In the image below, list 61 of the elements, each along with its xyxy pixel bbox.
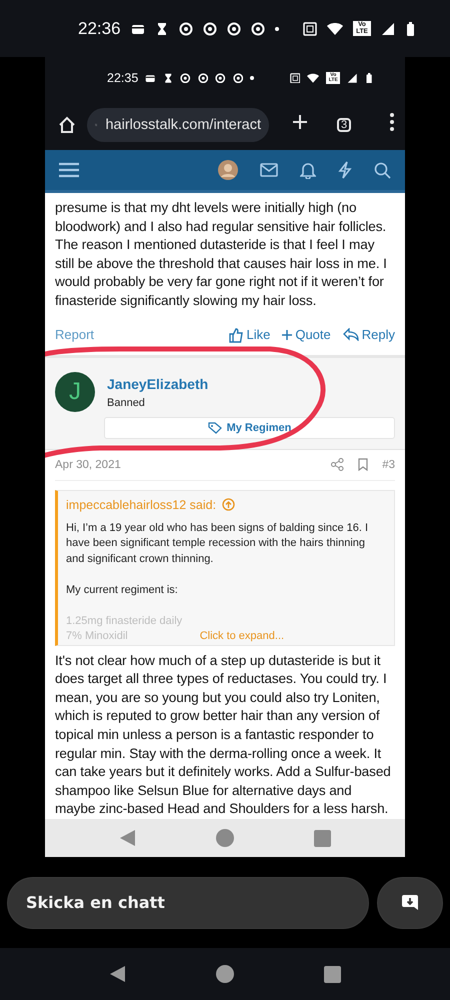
post-number[interactable]: #3: [382, 458, 395, 471]
report-link[interactable]: Report: [55, 327, 94, 342]
ring-icon: [215, 72, 226, 84]
avatar-icon[interactable]: [218, 160, 238, 180]
reply-text: It's not clear how much of a step up dutasteride is but it does target all three types of reductases. You could try. I mean, you are so young but you could also try Loniten, which is reputed to grow better hair than any version of topical min unless a person is a fantastic responder to regular min. Stay with the derma-rolling once a week. It can take years but it definitely works. Add a Sulfur-based shampoo like Selsun Blue for alternative days and maybe zinc-based Head and Shoulders for a less harsh.: [55, 652, 392, 818]
battery-icon: [405, 22, 416, 36]
more-icon[interactable]: [389, 112, 395, 132]
quote-text: My current regiment is:: [66, 582, 179, 598]
bookmark-icon[interactable]: [358, 458, 368, 472]
dot-icon: [274, 26, 279, 30]
ring-icon: [250, 22, 265, 36]
quote-text: Hi, I’m a 19 year old who has been signs of balding since 16. I have been significant temple recession with the hairs thinning and significant crown thinning.: [66, 520, 370, 567]
clock-time: 22:35: [107, 71, 138, 86]
post-date[interactable]: Apr 30, 2021: [55, 458, 121, 471]
menu-icon[interactable]: [59, 162, 79, 178]
mail-icon[interactable]: [260, 163, 278, 178]
regimen-button[interactable]: My Regimen: [104, 416, 395, 439]
signal-icon: [381, 22, 395, 36]
hourglass-icon: [162, 72, 174, 84]
search-icon[interactable]: [374, 162, 391, 179]
post-text: presume is that my dht levels were initially high (no bloodwork) and I also had regular sensitive hair follicles. The reason I mentioned dutasteride is that I feel I may still be above the threshold that causes hair loss in me. I would probably be very far gone right not if it weren’t for finasteride significantly slowing my hair loss.: [55, 199, 388, 310]
bolt-icon[interactable]: [338, 161, 352, 180]
message-download-icon: [401, 894, 419, 912]
ring-icon: [226, 22, 241, 36]
nfc-icon: [290, 72, 300, 84]
recents-icon[interactable]: [324, 966, 341, 982]
tab-count-button[interactable]: 3: [337, 118, 351, 132]
home-icon[interactable]: [57, 114, 77, 135]
quote-link[interactable]: Quote: [282, 327, 331, 342]
home-icon[interactable]: [216, 965, 234, 983]
wifi-icon: [327, 22, 343, 36]
wallet-icon: [145, 72, 156, 84]
dot-icon: [250, 76, 254, 80]
ring-icon: [198, 72, 208, 84]
plus-icon[interactable]: [291, 113, 309, 132]
clock-time: 22:36: [78, 18, 121, 38]
avatar-initial: J: [55, 372, 95, 412]
ring-icon: [232, 72, 244, 84]
nfc-icon: [303, 22, 317, 36]
chat-input[interactable]: Skicka en chatt: [7, 876, 369, 928]
like-link[interactable]: Like: [228, 326, 270, 343]
faded-quote-line: 1.25mg finasteride daily: [66, 614, 182, 629]
ring-icon: [180, 72, 191, 84]
back-icon[interactable]: [109, 965, 126, 983]
faded-quote-line: 7% Minoxidil: [66, 629, 128, 644]
tag-icon: [208, 422, 222, 434]
battery-icon: [364, 72, 373, 84]
share-icon[interactable]: [331, 458, 344, 472]
bell-icon[interactable]: [300, 161, 316, 180]
plus-icon: [282, 330, 292, 340]
member-title: Banned: [107, 396, 146, 409]
address-bar[interactable]: hairlosstalk.com/interact: [87, 108, 269, 142]
reply-link[interactable]: Reply: [342, 327, 395, 342]
wifi-icon: [307, 72, 320, 84]
chat-action-button[interactable]: [377, 876, 443, 928]
signal-icon: [347, 72, 358, 84]
reply-icon: [342, 328, 359, 342]
ring-icon: [202, 22, 217, 36]
ring-icon: [178, 22, 193, 36]
member-name[interactable]: JaneyElizabeth: [107, 376, 395, 392]
thumbs-up-icon: [228, 326, 244, 343]
